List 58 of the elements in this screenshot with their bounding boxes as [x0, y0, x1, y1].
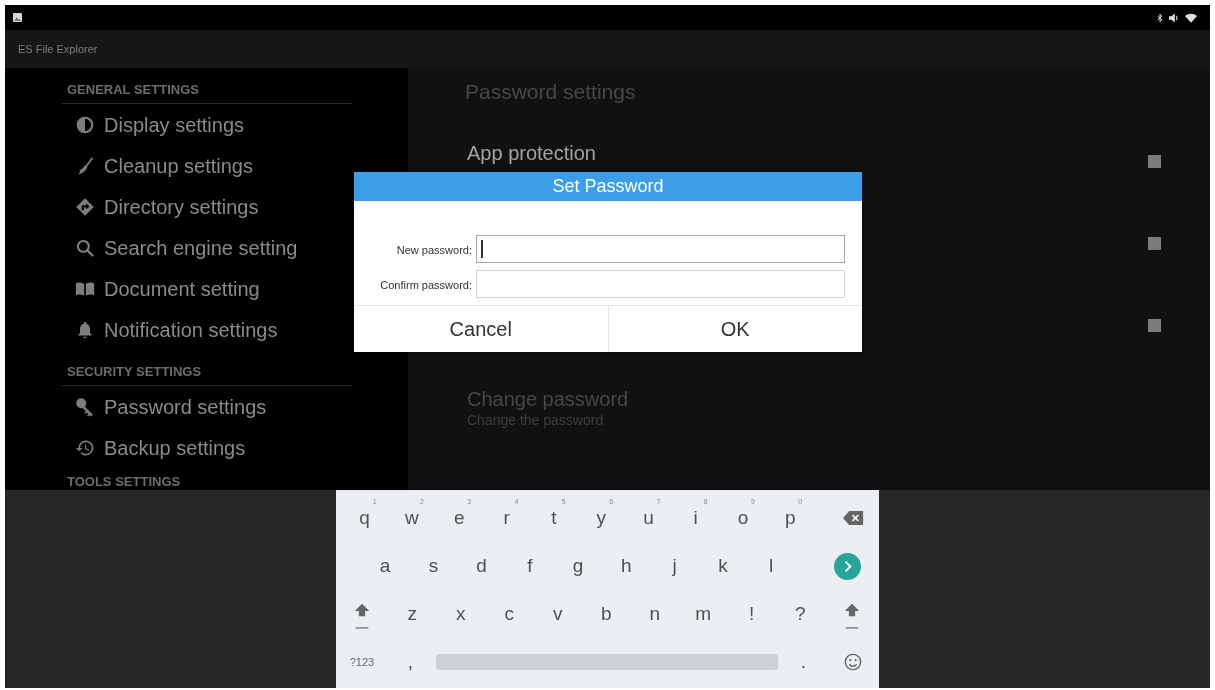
smiley-icon: [843, 653, 862, 671]
keyboard-key[interactable]: j: [650, 542, 699, 590]
diamond-arrow-icon: [75, 196, 95, 217]
key-icon: [75, 396, 95, 417]
chevron-circle-icon: [833, 552, 861, 580]
keyboard-key[interactable]: d: [457, 542, 506, 590]
checkbox[interactable]: [1148, 318, 1161, 332]
image-icon: [13, 13, 22, 22]
bell-icon: [75, 319, 95, 340]
checkbox[interactable]: [1148, 154, 1161, 168]
sidebar-item[interactable]: Search engine setting: [62, 227, 352, 268]
speaker-icon: [1169, 12, 1179, 23]
field-label: New password:: [396, 244, 472, 256]
keyboard-key[interactable]: l: [747, 542, 796, 590]
app-title: ES File Explorer: [18, 42, 98, 56]
keyboard-key[interactable]: c: [485, 590, 534, 638]
backspace-icon: [843, 510, 864, 526]
sidebar-item[interactable]: Directory settings: [62, 186, 352, 227]
keyboard-key[interactable]: f: [505, 542, 554, 590]
section-header: TOOLS SETTINGS: [67, 474, 181, 489]
keyboard-key[interactable]: g: [554, 542, 603, 590]
keyboard-key[interactable]: m: [679, 590, 728, 638]
keyboard-key[interactable]: b: [582, 590, 631, 638]
field-label: Confirm password:: [380, 279, 472, 291]
keyboard-key[interactable]: n: [630, 590, 679, 638]
section-header: SECURITY SETTINGS: [67, 364, 202, 379]
keyboard-key[interactable]: v: [533, 590, 582, 638]
sidebar-item[interactable]: Display settings: [62, 104, 352, 145]
contrast-icon: [75, 114, 95, 135]
dialog-title: Set Password: [354, 172, 862, 201]
wifi-icon: [1185, 12, 1197, 23]
sidebar-item[interactable]: Cleanup settings: [62, 145, 352, 186]
keyboard-key[interactable]: x: [436, 590, 485, 638]
keyboard-key[interactable]: a: [361, 542, 410, 590]
sidebar-item[interactable]: Password settings: [62, 386, 352, 427]
dialog-button[interactable]: Cancel: [354, 306, 608, 352]
keyboard-key[interactable]: .: [781, 638, 826, 686]
search-icon: [75, 237, 95, 258]
bluetooth-icon: [1157, 12, 1163, 23]
keyboard-key[interactable]: k: [698, 542, 747, 590]
symbols-key[interactable]: ?123: [336, 638, 388, 686]
sidebar-item[interactable]: Document setting: [62, 268, 352, 309]
broom-icon: [75, 155, 95, 176]
sidebar-item[interactable]: Notification settings: [62, 309, 352, 350]
keyboard-key[interactable]: s: [409, 542, 458, 590]
preference-title: App protection: [467, 142, 596, 164]
keyboard-key[interactable]: !: [727, 590, 776, 638]
section-header: GENERAL SETTINGS: [67, 82, 199, 97]
checkbox[interactable]: [1148, 236, 1161, 250]
dialog-button[interactable]: OK: [607, 306, 862, 352]
password-field[interactable]: [476, 235, 845, 263]
password-field[interactable]: [476, 270, 845, 298]
keyboard-key[interactable]: ,: [388, 638, 433, 686]
keyboard-key[interactable]: z: [388, 590, 437, 638]
text-cursor: [481, 240, 483, 258]
keyboard-key[interactable]: h: [602, 542, 651, 590]
keyboard-key[interactable]: ?: [776, 590, 825, 638]
sidebar-item[interactable]: Backup settings: [62, 427, 352, 468]
